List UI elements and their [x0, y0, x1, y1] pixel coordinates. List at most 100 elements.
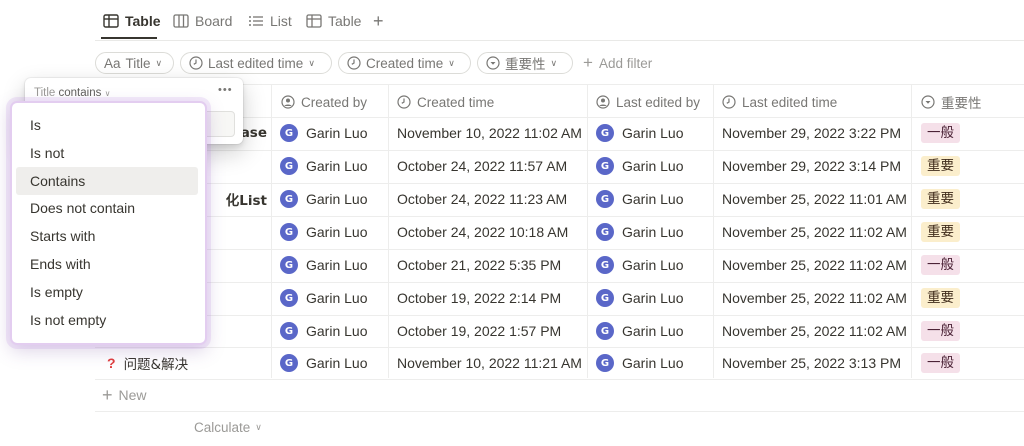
last-edited-time-cell[interactable]: November 29, 2022 3:22 PM [722, 117, 901, 149]
new-row-button[interactable]: + New [102, 379, 147, 411]
chevron-down-icon: ∨ [448, 57, 455, 68]
date-text: November 10, 2022 11:02 AM [397, 125, 582, 141]
avatar: G [596, 289, 614, 307]
operator-option-is-not[interactable]: Is not [16, 139, 198, 167]
tab-table-2[interactable]: Table [306, 10, 361, 32]
column-header-created-by[interactable]: Created by [281, 88, 367, 116]
importance-cell[interactable]: 一般 [921, 249, 960, 281]
last-edited-time-cell[interactable]: November 25, 2022 11:01 AM [722, 183, 907, 215]
row-divider [95, 379, 1024, 380]
importance-cell[interactable]: 重要 [921, 282, 960, 314]
operator-option-is[interactable]: Is [16, 111, 198, 139]
operator-option-starts-with[interactable]: Starts with [16, 222, 198, 250]
add-filter-label: Add filter [598, 55, 653, 71]
board-icon [173, 14, 189, 28]
filter-pill-last-edited-time[interactable]: Last edited time ∨ [180, 52, 332, 74]
last-edited-by-cell[interactable]: G Garin Luo [596, 150, 683, 182]
last-edited-by-cell[interactable]: G Garin Luo [596, 183, 683, 215]
person-name: Garin Luo [306, 224, 368, 240]
created-by-cell[interactable]: G Garin Luo [280, 249, 367, 281]
filter-condition-button[interactable]: Title contains ∨ [34, 87, 110, 99]
created-time-cell[interactable]: October 24, 2022 10:18 AM [397, 216, 568, 248]
view-tabs: Table Board List Table + [95, 0, 1024, 41]
date-text: November 25, 2022 11:01 AM [722, 191, 907, 207]
column-header-last-edited-time[interactable]: Last edited time [722, 88, 837, 116]
avatar: G [280, 124, 298, 142]
importance-tag: 一般 [921, 353, 960, 373]
column-label: 重要性 [941, 96, 982, 112]
person-name: Garin Luo [306, 125, 368, 141]
calculate-button[interactable]: Calculate ∨ [194, 411, 262, 443]
operator-option-is-empty[interactable]: Is empty [16, 278, 198, 306]
tab-label: Table [328, 13, 362, 29]
importance-tag: 重要 [921, 156, 960, 176]
last-edited-by-cell[interactable]: G Garin Luo [596, 249, 683, 281]
title-cell[interactable]: ? 问题&解决 [107, 347, 267, 379]
last-edited-by-cell[interactable]: G Garin Luo [596, 216, 683, 248]
more-options-button[interactable]: ••• [218, 84, 233, 96]
created-time-cell[interactable]: November 10, 2022 11:02 AM [397, 117, 582, 149]
column-label: Created by [301, 94, 368, 110]
last-edited-by-cell[interactable]: G Garin Luo [596, 315, 683, 347]
tab-board[interactable]: Board [173, 10, 232, 32]
created-time-cell[interactable]: October 21, 2022 5:35 PM [397, 249, 561, 281]
column-header-created-time[interactable]: Created time [397, 88, 494, 116]
importance-cell[interactable]: 重要 [921, 216, 960, 248]
importance-cell[interactable]: 重要 [921, 150, 960, 182]
last-edited-time-cell[interactable]: November 25, 2022 11:02 AM [722, 216, 907, 248]
importance-cell[interactable]: 一般 [921, 117, 960, 149]
table-icon [306, 14, 322, 28]
tab-table[interactable]: Table [103, 10, 161, 32]
created-time-cell[interactable]: October 24, 2022 11:57 AM [397, 150, 567, 182]
importance-cell[interactable]: 一般 [921, 347, 960, 379]
last-edited-time-cell[interactable]: November 25, 2022 11:02 AM [722, 282, 907, 314]
person-name: Garin Luo [622, 125, 684, 141]
created-by-cell[interactable]: G Garin Luo [280, 282, 367, 314]
operator-option-is-not-empty[interactable]: Is not empty [16, 306, 198, 334]
filter-pill-importance[interactable]: 重要性 ∨ [477, 52, 573, 74]
importance-tag: 重要 [921, 222, 960, 242]
last-edited-time-cell[interactable]: November 25, 2022 3:13 PM [722, 347, 901, 379]
column-header-last-edited-by[interactable]: Last edited by [596, 88, 700, 116]
last-edited-by-cell[interactable]: G Garin Luo [596, 117, 683, 149]
created-by-cell[interactable]: G Garin Luo [280, 315, 367, 347]
last-edited-by-cell[interactable]: G Garin Luo [596, 347, 683, 379]
created-by-cell[interactable]: G Garin Luo [280, 150, 367, 182]
filter-operator-dropdown: Is Is not Contains Does not contain Starts w… [10, 101, 207, 345]
tab-list[interactable]: List [248, 10, 292, 32]
person-name: Garin Luo [622, 323, 684, 339]
column-header-importance[interactable]: 重要性 [921, 88, 982, 116]
created-time-cell[interactable]: October 19, 2022 1:57 PM [397, 315, 561, 347]
filter-property: Title [34, 87, 56, 99]
person-icon [596, 95, 610, 109]
importance-cell[interactable]: 一般 [921, 315, 960, 347]
filter-pill-created-time[interactable]: Created time ∨ [338, 52, 471, 74]
created-by-cell[interactable]: G Garin Luo [280, 117, 367, 149]
last-edited-time-cell[interactable]: November 25, 2022 11:02 AM [722, 249, 907, 281]
plus-icon: + [583, 53, 593, 72]
more-icon: ••• [218, 84, 233, 96]
add-filter-button[interactable]: + Add filter [583, 52, 652, 74]
last-edited-by-cell[interactable]: G Garin Luo [596, 282, 683, 314]
column-divider [713, 84, 714, 378]
created-time-cell[interactable]: October 24, 2022 11:23 AM [397, 183, 567, 215]
created-time-cell[interactable]: October 19, 2022 2:14 PM [397, 282, 561, 314]
importance-cell[interactable]: 重要 [921, 183, 960, 215]
column-divider [388, 84, 389, 378]
operator-option-does-not-contain[interactable]: Does not contain [16, 194, 198, 222]
avatar: G [596, 157, 614, 175]
operator-option-contains[interactable]: Contains [16, 166, 198, 195]
last-edited-time-cell[interactable]: November 25, 2022 11:02 AM [722, 315, 907, 347]
created-by-cell[interactable]: G Garin Luo [280, 347, 367, 379]
add-view-button[interactable]: + [373, 10, 384, 32]
created-time-cell[interactable]: November 10, 2022 11:21 AM [397, 347, 582, 379]
avatar: G [596, 256, 614, 274]
avatar: G [280, 157, 298, 175]
filter-pill-title[interactable]: Aa Title ∨ [95, 52, 174, 74]
chevron-down-icon: ∨ [550, 57, 558, 68]
created-by-cell[interactable]: G Garin Luo [280, 216, 367, 248]
plus-icon: + [373, 10, 384, 31]
operator-option-ends-with[interactable]: Ends with [16, 250, 198, 278]
last-edited-time-cell[interactable]: November 29, 2022 3:14 PM [722, 150, 901, 182]
created-by-cell[interactable]: G Garin Luo [280, 183, 367, 215]
